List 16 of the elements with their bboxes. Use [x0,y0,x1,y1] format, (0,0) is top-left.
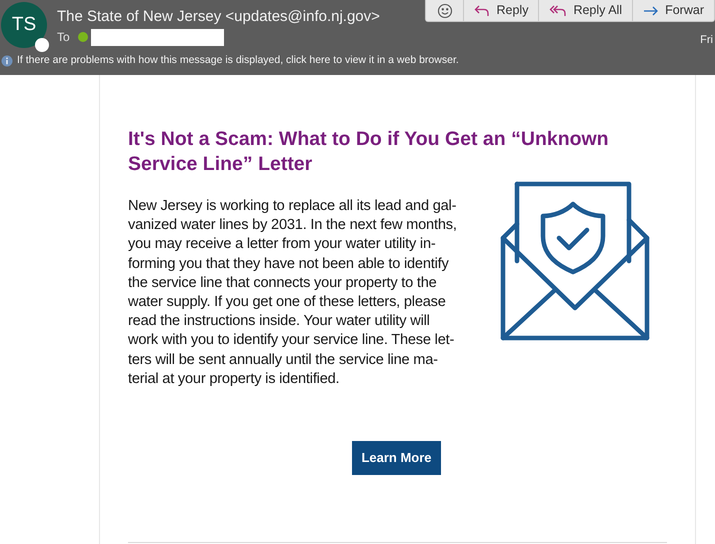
avatar: TS [1,2,47,48]
learn-more-button[interactable]: Learn More [352,441,441,476]
reply-arrow-icon [474,4,490,18]
date-text: Fri [700,33,713,48]
reply-all-arrow-icon [549,4,568,18]
article-paragraph: New Jersey is working to replace all its lead and gal- vanized water lines by 2031. In the next few months, you may receive a letter from your water utility in- forming you that they have not been able to identify the service line that connects your property to the water supply. If you get one of these letters, please read the instructions inside. Your water utility will work with you to identify your service line. These let- ters will be sent annually until the service line ma- terial at your property is identified. [128,197,458,389]
to-label: To [57,29,70,46]
sender-name: The State of New Jersey <updates@info.nj.gov> [57,8,380,26]
forward-arrow-icon [643,4,660,16]
article-title: It's Not a Scam: What to Do if You Get an “Unknown Service Line” Letter [128,127,610,177]
forward-button[interactable]: Forwar [632,0,714,21]
reply-all-button[interactable]: Reply All [538,0,632,21]
info-icon [1,55,13,67]
reply-button[interactable]: Reply [463,0,538,21]
smiley-icon [437,2,454,18]
info-bar-link[interactable]: If there are problems with how this message is displayed, click here to view it in a web browser. [17,53,459,69]
